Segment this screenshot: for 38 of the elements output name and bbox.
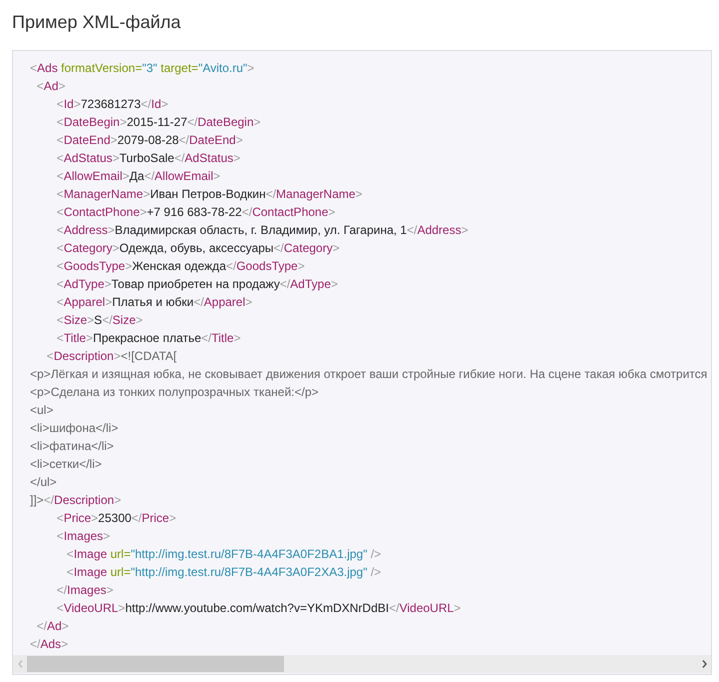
code-line: <AdType>Товар приобретен на продажу</AdType> bbox=[56, 276, 338, 293]
code-line: <Price>25300</Price> bbox=[56, 510, 176, 527]
code-line: <li>фатина</li> bbox=[30, 438, 114, 455]
code-line: </ul> bbox=[30, 474, 57, 491]
code-line: <Size>S</Size> bbox=[56, 312, 143, 329]
scroll-right-icon[interactable] bbox=[702, 660, 706, 668]
code-line: </Ads> bbox=[30, 636, 68, 653]
code-line: ]]></Description> bbox=[30, 492, 122, 509]
scroll-left-icon[interactable] bbox=[18, 660, 22, 668]
code-line: <GoodsType>Женская одежда</GoodsType> bbox=[56, 258, 305, 275]
horizontal-scrollbar[interactable] bbox=[13, 655, 711, 673]
code-line: <Image url="http://img.test.ru/8F7B-4A4F3A0F2XA3.jpg" /> bbox=[66, 564, 382, 581]
code-line: <Description><![CDATA[ bbox=[46, 348, 177, 365]
code-line: <Category>Одежда, обувь, аксессуары</Category> bbox=[56, 240, 340, 257]
code-line: <ManagerName>Иван Петров-Водкин</ManagerName> bbox=[56, 186, 362, 203]
code-line: <Address>Владимирская область, г. Владимир, ул. Гагарина, 1</Address> bbox=[56, 222, 468, 239]
code-line: <li>шифона</li> bbox=[30, 420, 118, 437]
code-line: <Title>Прекрасное платье</Title> bbox=[56, 330, 241, 347]
code-line: <Image url="http://img.test.ru/8F7B-4A4F3A0F2BA1.jpg" /> bbox=[66, 546, 382, 563]
code-line: <p>Лёгкая и изящная юбка, не сковывает движения откроет ваши стройные гибкие ноги. На сцене такая юбка смотрится bbox=[30, 366, 708, 383]
code-line: <Id>723681273</Id> bbox=[56, 96, 168, 113]
code-line: <VideoURL>http://www.youtube.com/watch?v=YKmDXNrDdBI</VideoURL> bbox=[56, 600, 461, 617]
code-line: </Ad> bbox=[36, 618, 69, 635]
code-line: <DateEnd>2079-08-28</DateEnd> bbox=[56, 132, 243, 149]
code-line: <DateBegin>2015-11-27</DateBegin> bbox=[56, 114, 261, 131]
scrollbar-thumb[interactable] bbox=[27, 656, 284, 672]
code-line: <ContactPhone>+7 916 683-78-22</ContactPhone> bbox=[56, 204, 336, 221]
code-line: <Ads formatVersion="3" target="Avito.ru"> bbox=[30, 60, 254, 77]
page-heading: Пример XML-файла bbox=[12, 11, 182, 33]
code-line: <li>сетки</li> bbox=[30, 456, 102, 473]
code-line: <AllowEmail>Да</AllowEmail> bbox=[56, 168, 220, 185]
code-line: <Images> bbox=[56, 528, 110, 545]
code-line: <Ad> bbox=[36, 78, 66, 95]
code-line: </Images> bbox=[56, 582, 114, 599]
code-line: <Apparel>Платья и юбки</Apparel> bbox=[56, 294, 252, 311]
code-line: <AdStatus>TurboSale</AdStatus> bbox=[56, 150, 240, 167]
code-line: <p>Сделана из тонких полупрозрачных тканей:</p> bbox=[30, 384, 319, 401]
code-line: <ul> bbox=[30, 402, 54, 419]
